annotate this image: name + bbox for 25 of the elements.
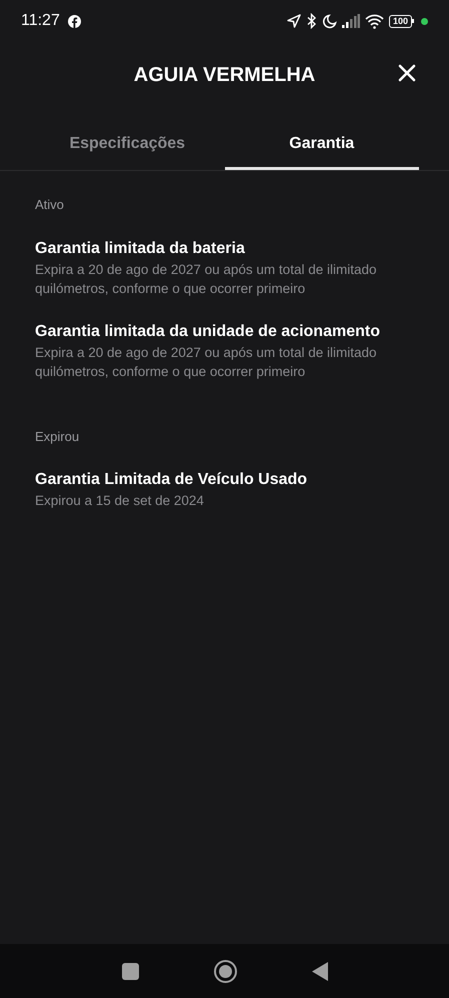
tab[interactable]: Garantia [224, 120, 419, 170]
warranty-title: Garantia limitada da bateria [35, 238, 246, 258]
warranty-title: Garantia limitada da unidade de acionamento [35, 322, 381, 342]
location-icon [286, 13, 302, 29]
section-heading: Ativo [35, 196, 65, 214]
bluetooth-icon [306, 13, 317, 29]
tab[interactable]: Especificações [30, 120, 224, 170]
recents-button[interactable] [122, 962, 138, 980]
signal-icon [342, 14, 360, 28]
warranty-detail: Expira a 20 de ago de 2027 ou após um total de ilimitado quilómetros, conforme o que ocorrer primeiro [35, 260, 378, 298]
back-icon [312, 962, 328, 980]
wifi-icon [364, 14, 384, 28]
battery-indicator: 100 [388, 14, 414, 28]
close-icon [398, 64, 416, 82]
status-time: 11:27 [21, 11, 60, 31]
warranty-detail: Expira a 20 de ago de 2027 ou após um total de ilimitado quilómetros, conforme o que ocorrer primeiro [35, 344, 378, 380]
back-button[interactable] [312, 962, 328, 980]
facebook-icon [68, 14, 81, 28]
section-heading: Expirou [35, 428, 80, 446]
moon-icon [322, 14, 337, 28]
home-button[interactable] [214, 960, 236, 982]
screen-title: AGUIA VERMELHA [134, 63, 316, 88]
warranty-detail: Expirou a 15 de set de 2024 [35, 492, 205, 510]
close-button[interactable] [398, 64, 416, 82]
warranty-title: Garantia Limitada de Veículo Usado [35, 470, 308, 490]
